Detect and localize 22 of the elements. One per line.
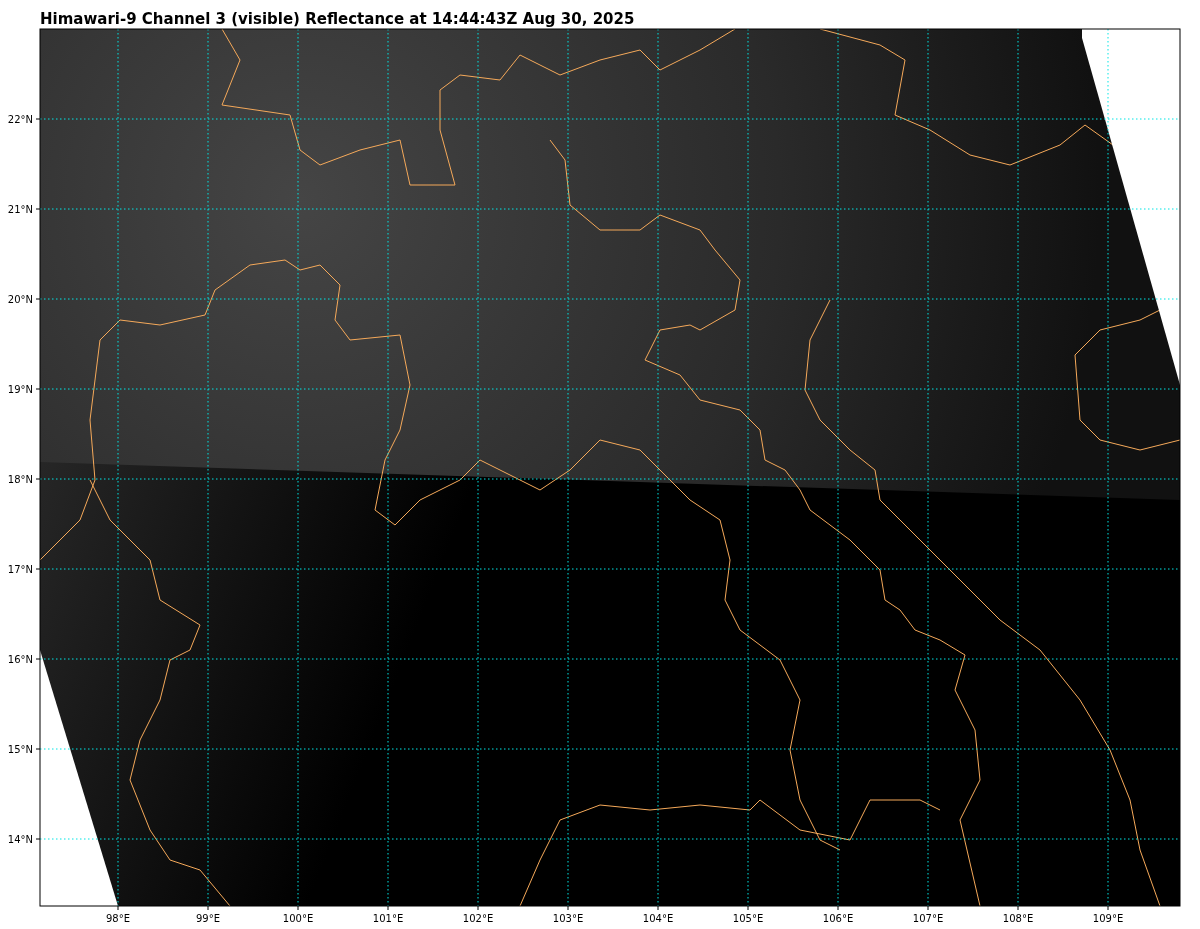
latitude-label: 19°N [7,384,33,395]
longitude-label: 100°E [282,913,314,924]
longitude-label: 108°E [1002,913,1034,924]
latitude-label: 22°N [7,114,33,125]
latitude-label: 15°N [7,744,33,755]
figure-title: Himawari-9 Channel 3 (visible) Reflectance at 14:44:43Z Aug 30, 2025 [40,10,635,28]
latitude-label: 21°N [7,204,33,215]
latitude-label: 16°N [7,654,33,665]
longitude-label: 104°E [642,913,674,924]
latitude-label: 17°N [7,564,33,575]
longitude-label: 102°E [462,913,494,924]
latitude-label: 20°N [7,294,33,305]
longitude-label: 105°E [732,913,764,924]
longitude-label: 101°E [372,913,404,924]
longitude-label: 103°E [552,913,584,924]
longitude-label: 106°E [822,913,854,924]
latitude-label: 14°N [7,834,33,845]
longitude-label: 109°E [1092,913,1124,924]
longitude-label: 107°E [912,913,944,924]
longitude-label: 99°E [196,913,220,924]
longitude-label: 98°E [106,913,130,924]
latitude-label: 18°N [7,474,33,485]
